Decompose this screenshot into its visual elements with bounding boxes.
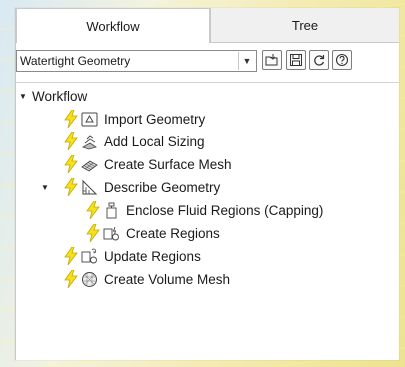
tab-tree-label: Tree xyxy=(291,17,319,33)
help-icon xyxy=(335,53,349,67)
tree-item-label: Add Local Sizing xyxy=(104,133,205,149)
tree-item-describe-geometry[interactable]: ▼ Describe Geometry xyxy=(40,176,220,198)
tab-workflow[interactable]: Workflow xyxy=(16,8,210,43)
load-workflow-button[interactable] xyxy=(262,50,282,70)
update-regions-icon xyxy=(81,248,97,263)
describe-geometry-icon xyxy=(82,179,98,194)
tree-item-label: Create Volume Mesh xyxy=(104,271,231,287)
workflow-panel: Workflow Tree Watertight Geometry ▼ ▼ Wo… xyxy=(15,8,399,360)
tree-item-label: Create Regions xyxy=(126,225,220,241)
local-sizing-icon xyxy=(82,134,97,149)
import-geometry-icon xyxy=(81,112,98,126)
tab-tree[interactable]: Tree xyxy=(210,8,399,42)
tree-item-label: Describe Geometry xyxy=(104,179,221,195)
tree-root-label: Workflow xyxy=(32,88,88,104)
tree-item-import-geometry[interactable]: Import Geometry xyxy=(64,108,205,130)
lightning-bolt-icon xyxy=(64,155,78,173)
lightning-bolt-icon xyxy=(64,110,78,128)
tree-item-label: Import Geometry xyxy=(104,111,206,127)
save-icon xyxy=(290,54,302,66)
collapse-caret-icon[interactable]: ▼ xyxy=(18,92,28,101)
lightning-bolt-icon xyxy=(64,132,78,150)
tab-workflow-label: Workflow xyxy=(86,18,140,34)
workflow-type-select[interactable]: Watertight Geometry ▼ xyxy=(16,50,257,72)
dropdown-arrow-icon[interactable]: ▼ xyxy=(238,52,255,70)
tree-item-create-regions[interactable]: Create Regions xyxy=(86,222,220,244)
capping-icon xyxy=(106,202,117,218)
tree-item-create-volume-mesh[interactable]: Create Volume Mesh xyxy=(64,268,230,290)
surface-mesh-icon xyxy=(81,159,98,172)
workflow-type-value: Watertight Geometry xyxy=(20,54,131,68)
tree-item-label: Enclose Fluid Regions (Capping) xyxy=(126,202,324,218)
workflow-toolbar: Watertight Geometry ▼ xyxy=(16,50,399,74)
tree-item-create-surface-mesh[interactable]: Create Surface Mesh xyxy=(64,153,232,175)
lightning-bolt-icon xyxy=(64,247,78,265)
refresh-icon xyxy=(314,55,325,66)
collapse-caret-icon[interactable]: ▼ xyxy=(40,183,50,192)
tree-item-label: Create Surface Mesh xyxy=(104,156,232,172)
refresh-workflow-button[interactable] xyxy=(309,50,329,70)
tree-item-label: Update Regions xyxy=(104,248,201,264)
tree-item-update-regions[interactable]: Update Regions xyxy=(64,245,201,267)
help-button[interactable] xyxy=(332,50,352,70)
load-icon xyxy=(265,54,278,66)
save-workflow-button[interactable] xyxy=(286,50,306,70)
lightning-bolt-icon xyxy=(86,201,100,219)
create-regions-icon xyxy=(103,226,119,240)
workflow-tree: ▼ Workflow Import Geometry Add Local Siz… xyxy=(16,82,399,360)
tab-bar: Workflow Tree xyxy=(16,8,399,43)
tree-item-enclose-fluid-regions[interactable]: Enclose Fluid Regions (Capping) xyxy=(86,199,323,221)
volume-mesh-icon xyxy=(82,271,97,287)
lightning-bolt-icon xyxy=(64,178,78,196)
lightning-bolt-icon xyxy=(64,270,78,288)
lightning-bolt-icon xyxy=(86,224,100,242)
tree-root-workflow[interactable]: ▼ Workflow xyxy=(18,85,87,107)
tree-item-add-local-sizing[interactable]: Add Local Sizing xyxy=(64,130,205,152)
